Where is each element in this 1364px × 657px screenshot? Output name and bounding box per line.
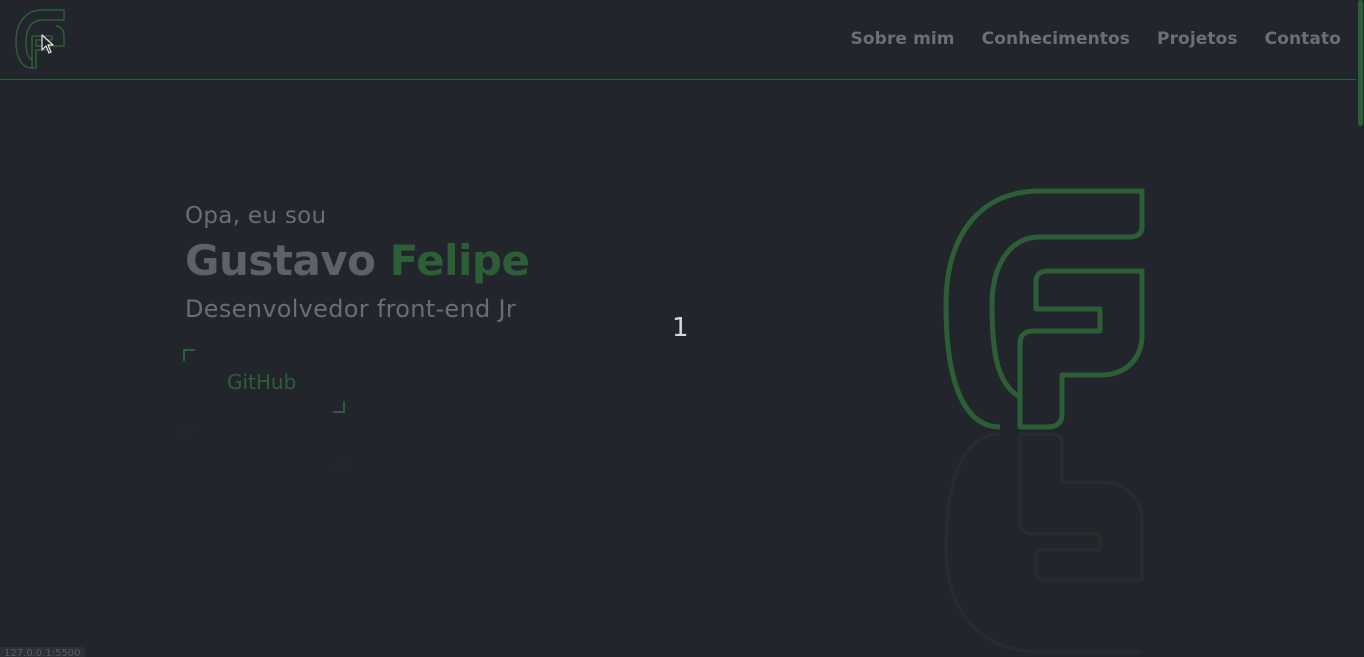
nav-link-conhecimentos[interactable]: Conhecimentos [982, 29, 1130, 49]
scrollbar[interactable] [1356, 0, 1364, 657]
gf-large-logo-icon [943, 188, 1145, 430]
header: Sobre mim Conhecimentos Projetos Contato [0, 0, 1356, 80]
corner-top-left [183, 425, 195, 437]
hero-name: Gustavo Felipe [185, 236, 530, 285]
nav-link-projetos[interactable]: Projetos [1157, 29, 1238, 49]
corner-top-left [183, 349, 195, 361]
corner-bottom-right [333, 458, 345, 470]
scrollbar-thumb[interactable] [1358, 0, 1363, 126]
mouse-cursor-icon [41, 34, 54, 54]
hero-first-name: Gustavo [185, 236, 376, 285]
github-button[interactable]: GitHub [183, 349, 345, 413]
corner-bottom-right [333, 401, 345, 413]
page: Sobre mim Conhecimentos Projetos Contato… [0, 0, 1364, 657]
github-button-label: GitHub [227, 370, 297, 394]
nav-link-contato[interactable]: Contato [1265, 29, 1341, 49]
hero-intro: Opa, eu sou [185, 203, 327, 229]
gf-logo-reflection-icon [944, 432, 1144, 654]
faded-button-reflection [183, 425, 345, 470]
nav-link-sobre-mim[interactable]: Sobre mim [851, 29, 955, 49]
counter-text: 1 [672, 313, 689, 343]
gf-logo-icon[interactable] [12, 6, 68, 72]
hero-last-name: Felipe [389, 236, 530, 285]
hero-role: Desenvolvedor front-end Jr [185, 295, 517, 323]
status-url: 127.0.0.1:5500 [0, 647, 85, 657]
main-nav: Sobre mim Conhecimentos Projetos Contato [851, 29, 1341, 49]
